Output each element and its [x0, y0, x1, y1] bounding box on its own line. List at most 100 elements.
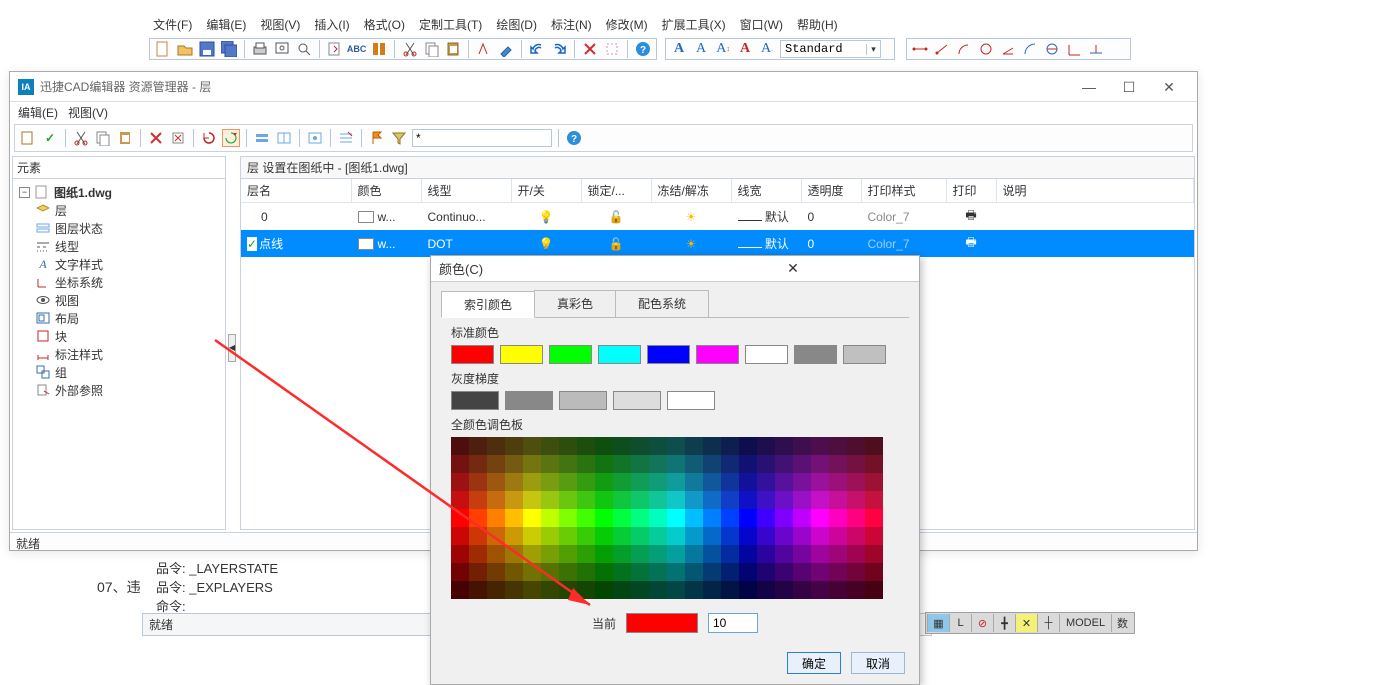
palette-cell[interactable]: [703, 563, 721, 581]
layer-purge-icon[interactable]: [169, 129, 187, 147]
palette-cell[interactable]: [865, 545, 883, 563]
palette-cell[interactable]: [613, 545, 631, 563]
palette-cell[interactable]: [703, 545, 721, 563]
palette-cell[interactable]: [811, 455, 829, 473]
palette-cell[interactable]: [541, 509, 559, 527]
palette-cell[interactable]: [793, 473, 811, 491]
palette-cell[interactable]: [469, 563, 487, 581]
palette-cell[interactable]: [451, 509, 469, 527]
grayscale-swatch[interactable]: [667, 391, 715, 410]
textA-icon[interactable]: A: [692, 40, 710, 58]
palette-cell[interactable]: [577, 455, 595, 473]
palette-cell[interactable]: [595, 563, 613, 581]
palette-cell[interactable]: [631, 563, 649, 581]
menu-dim[interactable]: 标注(N): [547, 14, 596, 34]
col-tr[interactable]: 透明度: [801, 179, 861, 203]
palette-cell[interactable]: [667, 473, 685, 491]
palette-cell[interactable]: [829, 455, 847, 473]
palette-cell[interactable]: [865, 473, 883, 491]
palette-cell[interactable]: [775, 473, 793, 491]
model-button[interactable]: MODEL: [1059, 614, 1111, 632]
palette-cell[interactable]: [469, 527, 487, 545]
palette-cell[interactable]: [829, 563, 847, 581]
palette-cell[interactable]: [685, 509, 703, 527]
tree-node-layer[interactable]: 层: [35, 201, 219, 219]
cell-freeze[interactable]: ☀: [651, 203, 731, 231]
palette-cell[interactable]: [685, 437, 703, 455]
filter-funnel-icon[interactable]: [390, 129, 408, 147]
palette-cell[interactable]: [469, 455, 487, 473]
cell-print[interactable]: 🖶: [946, 230, 996, 257]
textA-bold-icon[interactable]: A: [670, 40, 688, 58]
save-icon[interactable]: [198, 40, 216, 58]
paste-icon[interactable]: [444, 40, 462, 58]
menu-insert[interactable]: 插入(I): [310, 14, 353, 34]
palette-cell[interactable]: [811, 437, 829, 455]
palette-cell[interactable]: [559, 581, 577, 599]
tree-node-ucs[interactable]: 坐标系统: [35, 273, 219, 291]
palette-cell[interactable]: [757, 473, 775, 491]
cell-ps[interactable]: Color_7: [861, 230, 946, 257]
palette-cell[interactable]: [721, 491, 739, 509]
palette-cell[interactable]: [667, 527, 685, 545]
palette-cell[interactable]: [865, 437, 883, 455]
palette-cell[interactable]: [649, 473, 667, 491]
audit-icon[interactable]: [370, 40, 388, 58]
palette-cell[interactable]: [631, 455, 649, 473]
palette-cell[interactable]: [757, 581, 775, 599]
palette-cell[interactable]: [793, 455, 811, 473]
palette-cell[interactable]: [559, 473, 577, 491]
dim-baseline-icon[interactable]: [1065, 40, 1083, 58]
layer-filter-input[interactable]: [412, 129, 552, 147]
palette-cell[interactable]: [811, 563, 829, 581]
palette-cell[interactable]: [577, 491, 595, 509]
col-onoff[interactable]: 开/关: [511, 179, 581, 203]
palette-cell[interactable]: [793, 527, 811, 545]
palette-cell[interactable]: [505, 437, 523, 455]
palette-cell[interactable]: [721, 545, 739, 563]
palette-cell[interactable]: [595, 455, 613, 473]
palette-cell[interactable]: [523, 581, 541, 599]
palette-cell[interactable]: [775, 509, 793, 527]
palette-cell[interactable]: [811, 509, 829, 527]
layer-paste-icon[interactable]: [116, 129, 134, 147]
dim-ord-icon[interactable]: [1043, 40, 1061, 58]
palette-cell[interactable]: [847, 527, 865, 545]
palette-cell[interactable]: [541, 473, 559, 491]
standard-color-swatch[interactable]: [500, 345, 543, 364]
tree-node-linetype[interactable]: 线型: [35, 237, 219, 255]
palette-cell[interactable]: [757, 545, 775, 563]
palette-cell[interactable]: [613, 455, 631, 473]
palette-cell[interactable]: [829, 545, 847, 563]
palette-cell[interactable]: [541, 437, 559, 455]
palette-cell[interactable]: [613, 527, 631, 545]
palette-cell[interactable]: [595, 473, 613, 491]
col-ltype[interactable]: 线型: [421, 179, 511, 203]
palette-cell[interactable]: [739, 455, 757, 473]
palette-cell[interactable]: [577, 509, 595, 527]
palette-cell[interactable]: [829, 509, 847, 527]
palette-cell[interactable]: [541, 545, 559, 563]
palette-cell[interactable]: [685, 527, 703, 545]
palette-cell[interactable]: [649, 545, 667, 563]
table-row-selected[interactable]: ✓点线 w... DOT 💡 🔓 ☀ 默认 0 Color_7 🖶: [241, 230, 1194, 257]
palette-cell[interactable]: [847, 491, 865, 509]
menu-view[interactable]: 视图(V): [256, 14, 304, 34]
help-icon[interactable]: ?: [634, 40, 652, 58]
redo-icon[interactable]: [550, 40, 568, 58]
palette-cell[interactable]: [559, 563, 577, 581]
refresh-icon[interactable]: [200, 129, 218, 147]
dim-arc-icon[interactable]: [1021, 40, 1039, 58]
cell-color[interactable]: w...: [351, 230, 421, 257]
menu-draw[interactable]: 绘图(D): [492, 14, 541, 34]
palette-cell[interactable]: [865, 455, 883, 473]
cell-onoff[interactable]: 💡: [511, 203, 581, 231]
menu-help[interactable]: 帮助(H): [793, 14, 842, 34]
palette-cell[interactable]: [451, 473, 469, 491]
dim-continue-icon[interactable]: [1087, 40, 1105, 58]
palette-cell[interactable]: [685, 491, 703, 509]
palette-cell[interactable]: [775, 545, 793, 563]
cell-color[interactable]: w...: [351, 203, 421, 231]
palette-cell[interactable]: [595, 581, 613, 599]
palette-cell[interactable]: [721, 581, 739, 599]
